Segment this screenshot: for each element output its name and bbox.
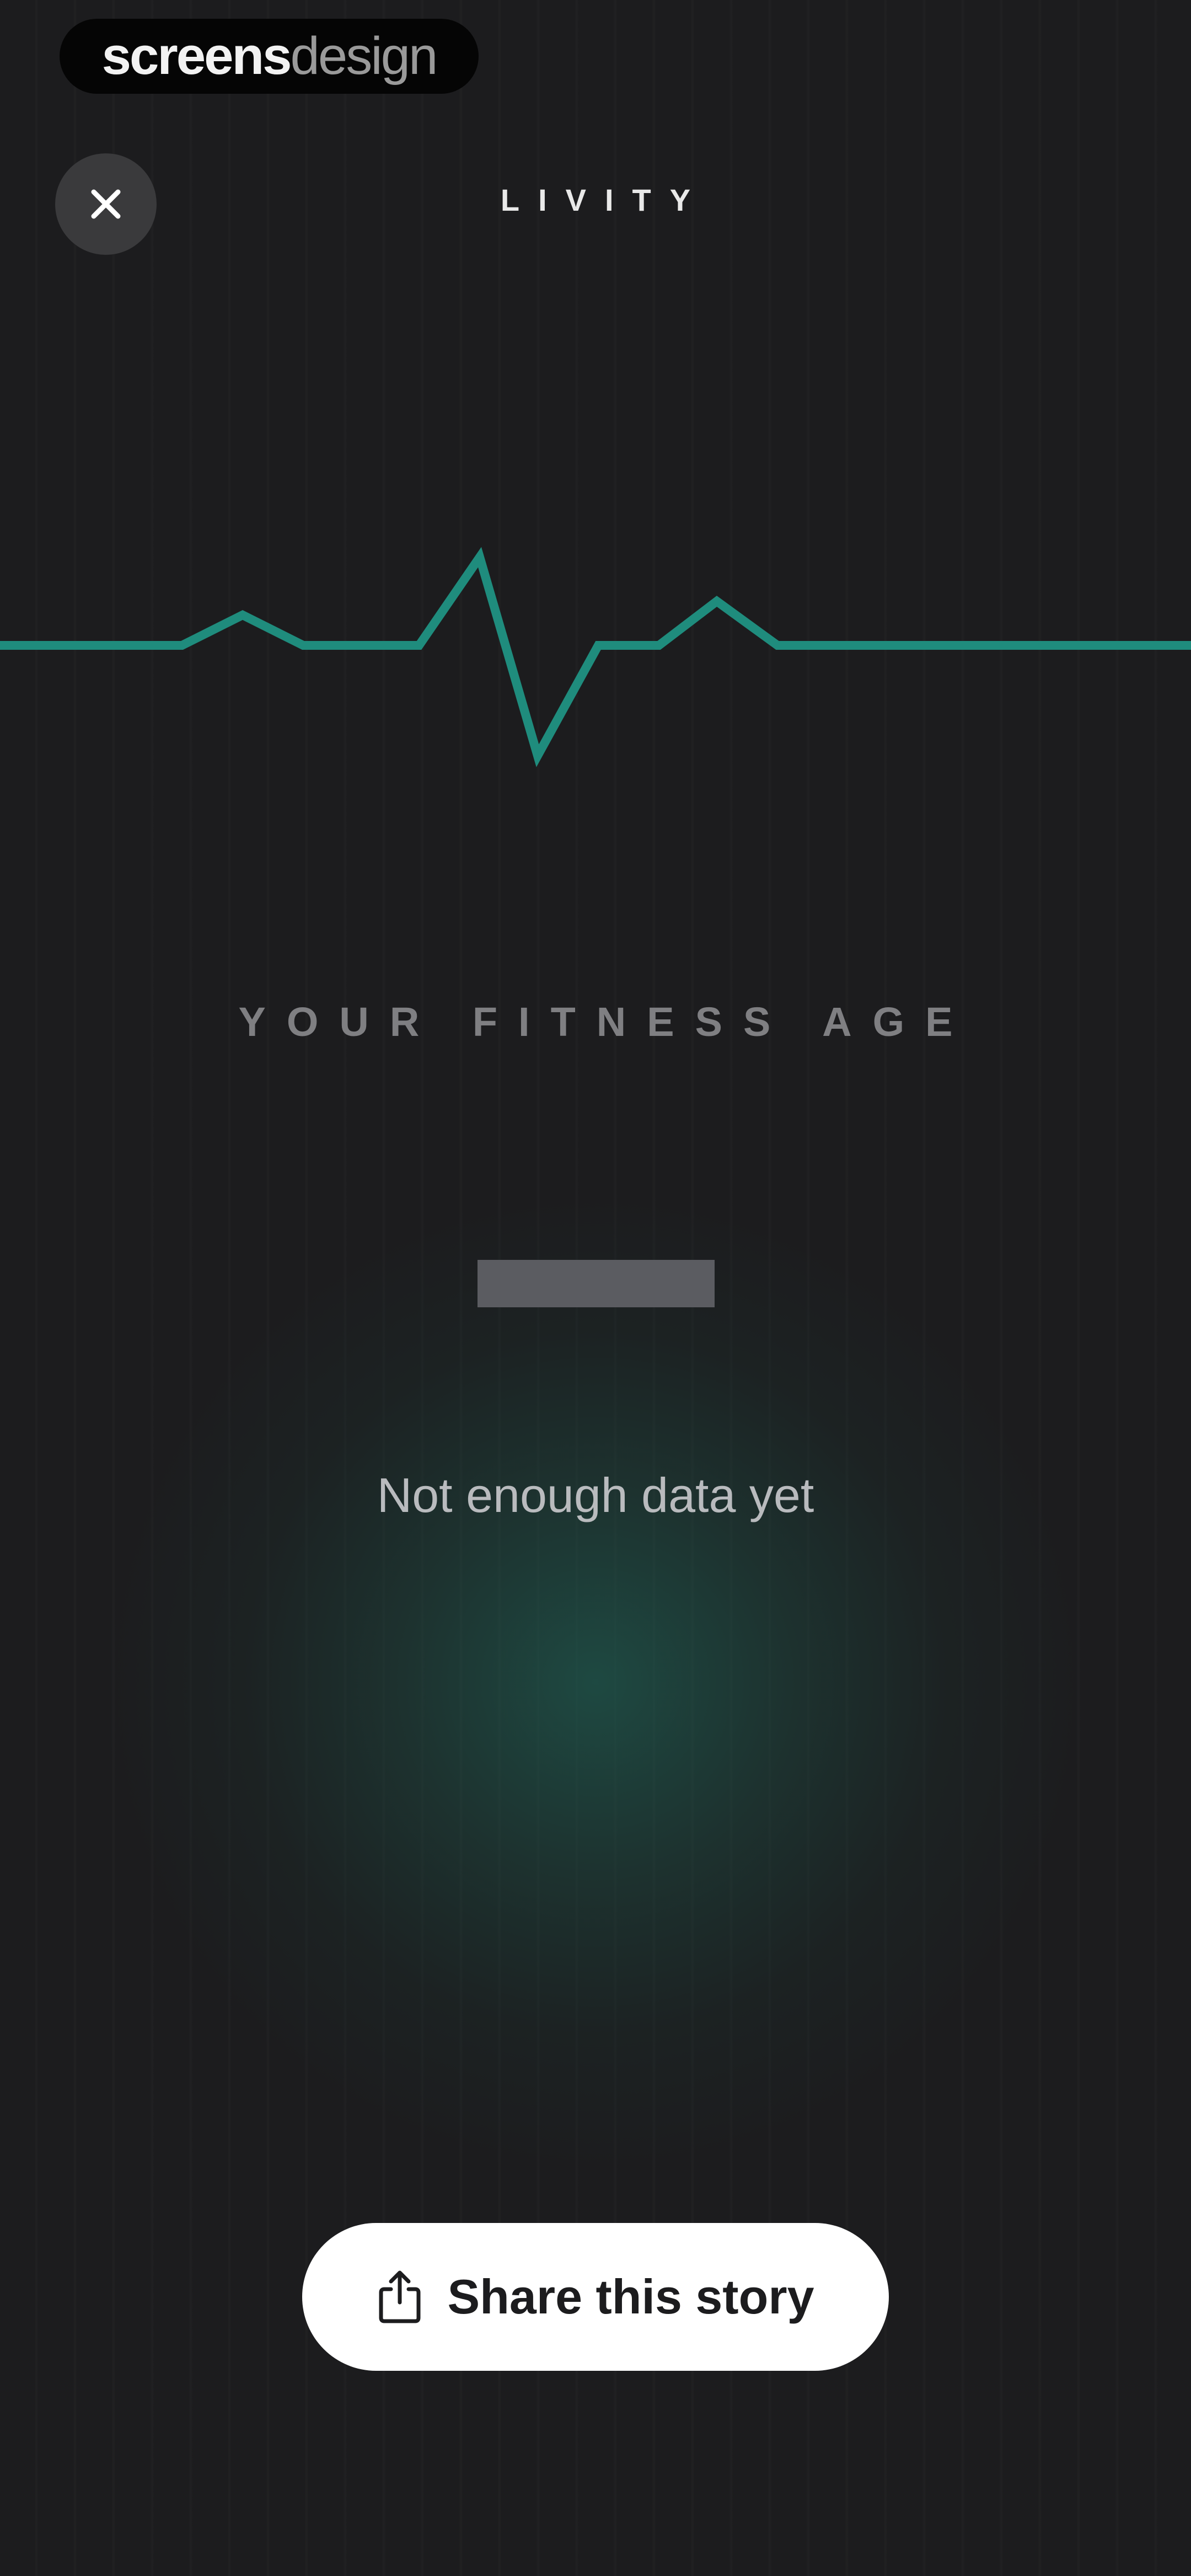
heartbeat-line-icon xyxy=(0,547,1191,767)
share-story-label: Share this story xyxy=(447,2269,814,2324)
share-story-button[interactable]: Share this story xyxy=(302,2223,889,2371)
share-icon xyxy=(379,2270,421,2323)
watermark-text-light: design xyxy=(290,26,438,85)
watermark-text-bold: screens xyxy=(101,26,292,85)
background-glow xyxy=(99,1186,1092,2179)
watermark-badge: screens design xyxy=(60,19,479,94)
fitness-status-text: Not enough data yet xyxy=(377,1468,814,1522)
story-screen: screens design LIVITY YOUR FITNESS AGE No… xyxy=(0,0,1191,2576)
fitness-age-value-placeholder xyxy=(478,1260,715,1307)
app-title: LIVITY xyxy=(500,183,710,217)
fitness-age-label: YOUR FITNESS AGE xyxy=(238,999,974,1045)
